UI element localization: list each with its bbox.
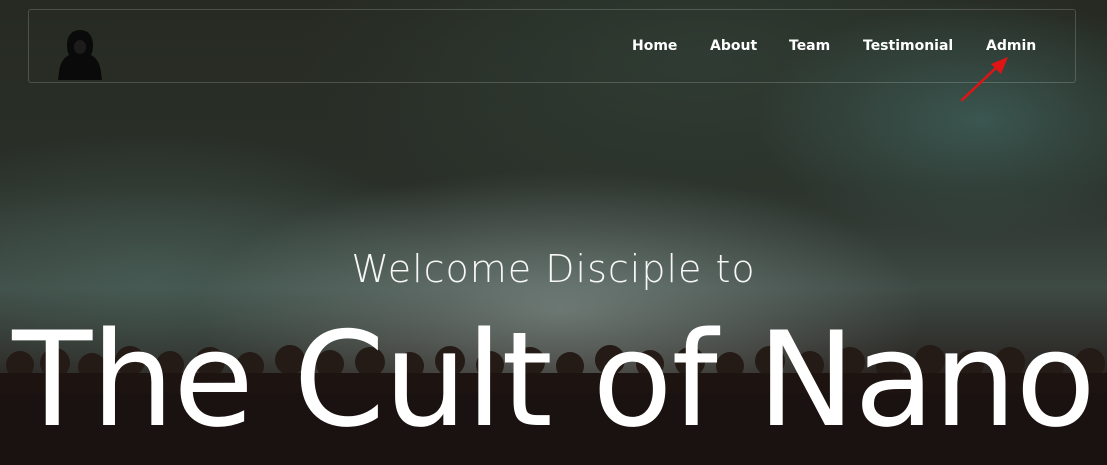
- top-navbar: Home About Team Testimonial Admin: [28, 9, 1076, 83]
- red-arrow-icon: [960, 57, 1008, 102]
- nav-link-team[interactable]: Team: [789, 38, 830, 54]
- nav-link-about[interactable]: About: [710, 38, 757, 54]
- hero-title: The Cult of Nano: [12, 303, 1096, 456]
- nav-link-testimonial[interactable]: Testimonial: [863, 38, 953, 54]
- hero-welcome-text: Welcome Disciple to: [351, 247, 756, 291]
- nav-links: Home About Team Testimonial Admin: [29, 38, 1075, 58]
- nav-link-home[interactable]: Home: [632, 38, 677, 54]
